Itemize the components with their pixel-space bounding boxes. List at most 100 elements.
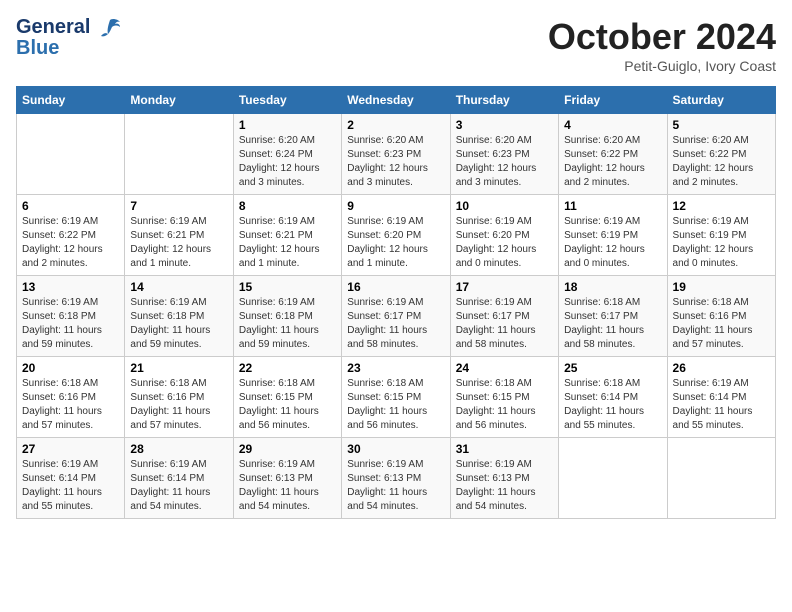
logo-line1: General: [16, 16, 90, 38]
day-info: Sunrise: 6:18 AM Sunset: 6:16 PM Dayligh…: [22, 377, 119, 433]
calendar-cell: 31Sunrise: 6:19 AM Sunset: 6:13 PM Dayli…: [450, 438, 558, 519]
day-info: Sunrise: 6:19 AM Sunset: 6:22 PM Dayligh…: [22, 215, 119, 271]
calendar-week-1: 1Sunrise: 6:20 AM Sunset: 6:24 PM Daylig…: [17, 114, 776, 195]
calendar-cell: 10 Sunrise: 6:19 AM Sunset: 6:20 PM Dayli…: [450, 195, 558, 276]
day-info: Sunrise: 6:20 AM Sunset: 6:22 PM Dayligh…: [673, 134, 770, 190]
day-info: Sunrise: 6:18 AM Sunset: 6:16 PM Dayligh…: [130, 377, 227, 433]
logo-line2: Blue: [16, 37, 59, 59]
calendar-cell: 15 Sunrise: 6:19 AM Sunset: 6:18 PM Dayli…: [233, 276, 341, 357]
calendar-cell: 9 Sunrise: 6:19 AM Sunset: 6:20 PM Daylig…: [342, 195, 450, 276]
calendar-cell: 18Sunrise: 6:18 AM Sunset: 6:17 PM Dayli…: [559, 276, 667, 357]
header-thursday: Thursday: [450, 87, 558, 114]
day-info: Sunrise: 6:19 AM Sunset: 6:21 PM Dayligh…: [239, 215, 336, 271]
day-info: Sunrise: 6:18 AM Sunset: 6:15 PM Dayligh…: [347, 377, 444, 433]
day-info: Sunrise: 6:19 AM Sunset: 6:18 PM Dayligh…: [239, 296, 336, 352]
day-number: 7: [130, 199, 227, 213]
calendar-cell: 25Sunrise: 6:18 AM Sunset: 6:14 PM Dayli…: [559, 357, 667, 438]
day-number: 15: [239, 280, 336, 294]
day-info: Sunrise: 6:20 AM Sunset: 6:24 PM Dayligh…: [239, 134, 336, 190]
day-number: 8: [239, 199, 336, 213]
calendar-cell: 17 Sunrise: 6:19 AM Sunset: 6:17 PM Dayli…: [450, 276, 558, 357]
calendar-cell: 13Sunrise: 6:19 AM Sunset: 6:18 PM Dayli…: [17, 276, 125, 357]
calendar-header-row: SundayMondayTuesdayWednesdayThursdayFrid…: [17, 87, 776, 114]
day-info: Sunrise: 6:19 AM Sunset: 6:13 PM Dayligh…: [347, 458, 444, 514]
day-info: Sunrise: 6:18 AM Sunset: 6:15 PM Dayligh…: [239, 377, 336, 433]
calendar-cell: 2 Sunrise: 6:20 AM Sunset: 6:23 PM Daylig…: [342, 114, 450, 195]
calendar-cell: 27Sunrise: 6:19 AM Sunset: 6:14 PM Dayli…: [17, 438, 125, 519]
calendar-cell: 29Sunrise: 6:19 AM Sunset: 6:13 PM Dayli…: [233, 438, 341, 519]
day-info: Sunrise: 6:19 AM Sunset: 6:14 PM Dayligh…: [22, 458, 119, 514]
calendar-cell: 3 Sunrise: 6:20 AM Sunset: 6:23 PM Daylig…: [450, 114, 558, 195]
calendar-cell: 8 Sunrise: 6:19 AM Sunset: 6:21 PM Daylig…: [233, 195, 341, 276]
day-info: Sunrise: 6:19 AM Sunset: 6:18 PM Dayligh…: [22, 296, 119, 352]
day-info: Sunrise: 6:19 AM Sunset: 6:17 PM Dayligh…: [456, 296, 553, 352]
day-number: 6: [22, 199, 119, 213]
calendar-cell: 28 Sunrise: 6:19 AM Sunset: 6:14 PM Dayli…: [125, 438, 233, 519]
day-number: 11: [564, 199, 661, 213]
header-friday: Friday: [559, 87, 667, 114]
day-number: 21: [130, 361, 227, 375]
day-number: 9: [347, 199, 444, 213]
page-header: General Blue October 2024 Petit-Guiglo, …: [16, 16, 776, 74]
day-number: 17: [456, 280, 553, 294]
day-info: Sunrise: 6:19 AM Sunset: 6:20 PM Dayligh…: [456, 215, 553, 271]
day-number: 20: [22, 361, 119, 375]
day-number: 25: [564, 361, 661, 375]
day-number: 24: [456, 361, 553, 375]
calendar-cell: 20 Sunrise: 6:18 AM Sunset: 6:16 PM Dayli…: [17, 357, 125, 438]
header-tuesday: Tuesday: [233, 87, 341, 114]
calendar-cell: 5 Sunrise: 6:20 AM Sunset: 6:22 PM Daylig…: [667, 114, 775, 195]
day-number: 26: [673, 361, 770, 375]
calendar-cell: 7 Sunrise: 6:19 AM Sunset: 6:21 PM Daylig…: [125, 195, 233, 276]
month-title: October 2024: [548, 16, 776, 58]
header-monday: Monday: [125, 87, 233, 114]
day-info: Sunrise: 6:19 AM Sunset: 6:20 PM Dayligh…: [347, 215, 444, 271]
calendar-cell: 22 Sunrise: 6:18 AM Sunset: 6:15 PM Dayli…: [233, 357, 341, 438]
calendar-cell: [125, 114, 233, 195]
calendar-cell: 19Sunrise: 6:18 AM Sunset: 6:16 PM Dayli…: [667, 276, 775, 357]
logo-bird-icon: [98, 18, 122, 38]
calendar-week-2: 6 Sunrise: 6:19 AM Sunset: 6:22 PM Daylig…: [17, 195, 776, 276]
day-number: 16: [347, 280, 444, 294]
day-number: 4: [564, 118, 661, 132]
day-info: Sunrise: 6:19 AM Sunset: 6:17 PM Dayligh…: [347, 296, 444, 352]
day-number: 18: [564, 280, 661, 294]
day-info: Sunrise: 6:19 AM Sunset: 6:13 PM Dayligh…: [239, 458, 336, 514]
calendar-week-3: 13Sunrise: 6:19 AM Sunset: 6:18 PM Dayli…: [17, 276, 776, 357]
header-wednesday: Wednesday: [342, 87, 450, 114]
calendar-cell: [559, 438, 667, 519]
header-sunday: Sunday: [17, 87, 125, 114]
day-number: 3: [456, 118, 553, 132]
calendar-week-4: 20 Sunrise: 6:18 AM Sunset: 6:16 PM Dayli…: [17, 357, 776, 438]
calendar-cell: 4 Sunrise: 6:20 AM Sunset: 6:22 PM Daylig…: [559, 114, 667, 195]
calendar-cell: 21 Sunrise: 6:18 AM Sunset: 6:16 PM Dayli…: [125, 357, 233, 438]
calendar-cell: 26Sunrise: 6:19 AM Sunset: 6:14 PM Dayli…: [667, 357, 775, 438]
calendar-body: 1Sunrise: 6:20 AM Sunset: 6:24 PM Daylig…: [17, 114, 776, 519]
calendar-cell: 12 Sunrise: 6:19 AM Sunset: 6:19 PM Dayli…: [667, 195, 775, 276]
day-number: 12: [673, 199, 770, 213]
day-info: Sunrise: 6:19 AM Sunset: 6:18 PM Dayligh…: [130, 296, 227, 352]
day-number: 5: [673, 118, 770, 132]
day-number: 22: [239, 361, 336, 375]
calendar-table: SundayMondayTuesdayWednesdayThursdayFrid…: [16, 86, 776, 519]
day-info: Sunrise: 6:20 AM Sunset: 6:22 PM Dayligh…: [564, 134, 661, 190]
day-info: Sunrise: 6:20 AM Sunset: 6:23 PM Dayligh…: [456, 134, 553, 190]
calendar-cell: 6 Sunrise: 6:19 AM Sunset: 6:22 PM Daylig…: [17, 195, 125, 276]
day-info: Sunrise: 6:19 AM Sunset: 6:21 PM Dayligh…: [130, 215, 227, 271]
day-info: Sunrise: 6:19 AM Sunset: 6:19 PM Dayligh…: [673, 215, 770, 271]
day-info: Sunrise: 6:18 AM Sunset: 6:15 PM Dayligh…: [456, 377, 553, 433]
calendar-cell: [17, 114, 125, 195]
day-number: 28: [130, 442, 227, 456]
day-info: Sunrise: 6:20 AM Sunset: 6:23 PM Dayligh…: [347, 134, 444, 190]
day-info: Sunrise: 6:19 AM Sunset: 6:14 PM Dayligh…: [130, 458, 227, 514]
logo: General Blue: [16, 16, 122, 60]
day-number: 23: [347, 361, 444, 375]
day-number: 10: [456, 199, 553, 213]
day-info: Sunrise: 6:18 AM Sunset: 6:16 PM Dayligh…: [673, 296, 770, 352]
calendar-cell: 16 Sunrise: 6:19 AM Sunset: 6:17 PM Dayli…: [342, 276, 450, 357]
header-saturday: Saturday: [667, 87, 775, 114]
calendar-cell: 14Sunrise: 6:19 AM Sunset: 6:18 PM Dayli…: [125, 276, 233, 357]
calendar-cell: 30Sunrise: 6:19 AM Sunset: 6:13 PM Dayli…: [342, 438, 450, 519]
day-number: 2: [347, 118, 444, 132]
calendar-cell: 23 Sunrise: 6:18 AM Sunset: 6:15 PM Dayli…: [342, 357, 450, 438]
